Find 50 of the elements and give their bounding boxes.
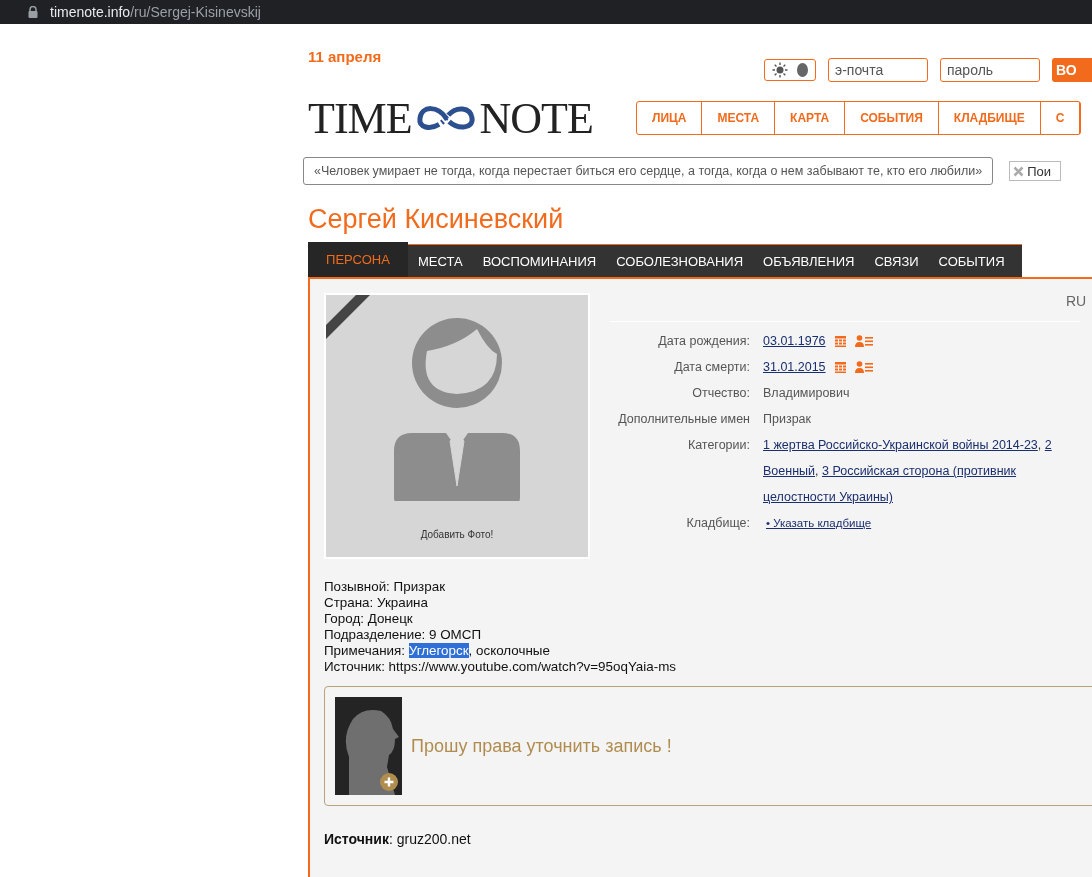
add-photo-link[interactable]: Добавить Фото! bbox=[420, 529, 494, 540]
field-value: Призрак bbox=[763, 411, 812, 428]
cemetery-link[interactable]: • Указать кладбище bbox=[766, 510, 872, 536]
sun-icon bbox=[771, 62, 788, 78]
detail-text: Подразделение: 9 ОМСП bbox=[324, 627, 483, 643]
mourning-ribbon-icon bbox=[326, 295, 370, 339]
field-label: Отчество: bbox=[691, 385, 750, 402]
tab[interactable]: СОБОЛЕЗНОВАНИЯ bbox=[606, 245, 754, 277]
source-text: Источник: gruz200.net bbox=[324, 831, 472, 847]
categories-text: 1 жертва Российско-Украинской войны 2014-23, 2 Военный, 3 Российская сторона (противник целостности Украины) bbox=[763, 437, 1053, 506]
field-label: Дополнительные имен bbox=[617, 411, 750, 428]
theme-toggle[interactable] bbox=[764, 59, 816, 81]
field-value: Владимирович bbox=[763, 385, 850, 402]
person-list-icon[interactable] bbox=[854, 361, 873, 373]
field-label: Дата рождения: bbox=[657, 333, 750, 350]
clear-icon[interactable] bbox=[1013, 165, 1025, 177]
detail-text: Источник: https://www.youtube.com/watch?v=95oqYaia-ms bbox=[324, 659, 678, 675]
detail-text: Страна: Украина bbox=[324, 595, 429, 611]
tab[interactable]: СВЯЗИ bbox=[864, 245, 929, 277]
tab[interactable]: ВОСПОМИНАНИЯ bbox=[472, 245, 607, 277]
email-field[interactable]: э-почта bbox=[828, 58, 928, 82]
password-field[interactable]: пароль bbox=[940, 58, 1040, 82]
calendar-icon[interactable] bbox=[834, 335, 846, 347]
logo-text: TIME bbox=[308, 92, 412, 144]
logo-text: NOTE bbox=[479, 92, 593, 144]
lock-icon bbox=[28, 6, 38, 18]
language-label[interactable]: RU bbox=[1066, 293, 1087, 309]
search-field[interactable]: Пои bbox=[1009, 161, 1062, 181]
tab[interactable]: МЕСТА bbox=[408, 245, 473, 277]
browser-address-bar[interactable]: timenote.info/ru/Sergej-Kisinevskij bbox=[0, 0, 1092, 24]
moon-icon bbox=[795, 62, 809, 78]
field-label: Категории: bbox=[686, 437, 750, 454]
detail-text: Примечания: Углегорск, осколочные bbox=[324, 643, 551, 659]
field-label: Кладбище: bbox=[685, 515, 750, 532]
photo-placeholder[interactable]: Добавить Фото! bbox=[324, 293, 590, 559]
quote-text: «Человек умирает не тогда, когда перестает биться его сердце, а тогда, когда о нем забывают те, кто его любили» bbox=[303, 157, 994, 185]
field-label: Дата смерти: bbox=[673, 359, 750, 376]
date-text: 11 апреля bbox=[308, 48, 382, 67]
person-name: Сергей Кисиневский bbox=[308, 204, 565, 236]
date-link[interactable]: 31.01.2015 bbox=[763, 354, 826, 380]
calendar-icon[interactable] bbox=[834, 361, 846, 373]
add-icon[interactable] bbox=[380, 773, 398, 791]
url-text: timenote.info/ru/Sergej-Kisinevskij bbox=[50, 4, 261, 20]
tab[interactable]: ПЕРСОНА bbox=[308, 242, 408, 277]
tab[interactable]: СОБЫТИЯ bbox=[928, 245, 1015, 277]
tab[interactable]: ОБЪЯВЛЕНИЯ bbox=[753, 245, 865, 277]
detail-text: Позывной: Призрак bbox=[324, 579, 446, 595]
detail-text: Город: Донецк bbox=[324, 611, 414, 627]
date-link[interactable]: 03.01.1976 bbox=[763, 328, 826, 354]
person-list-icon[interactable] bbox=[854, 335, 873, 347]
